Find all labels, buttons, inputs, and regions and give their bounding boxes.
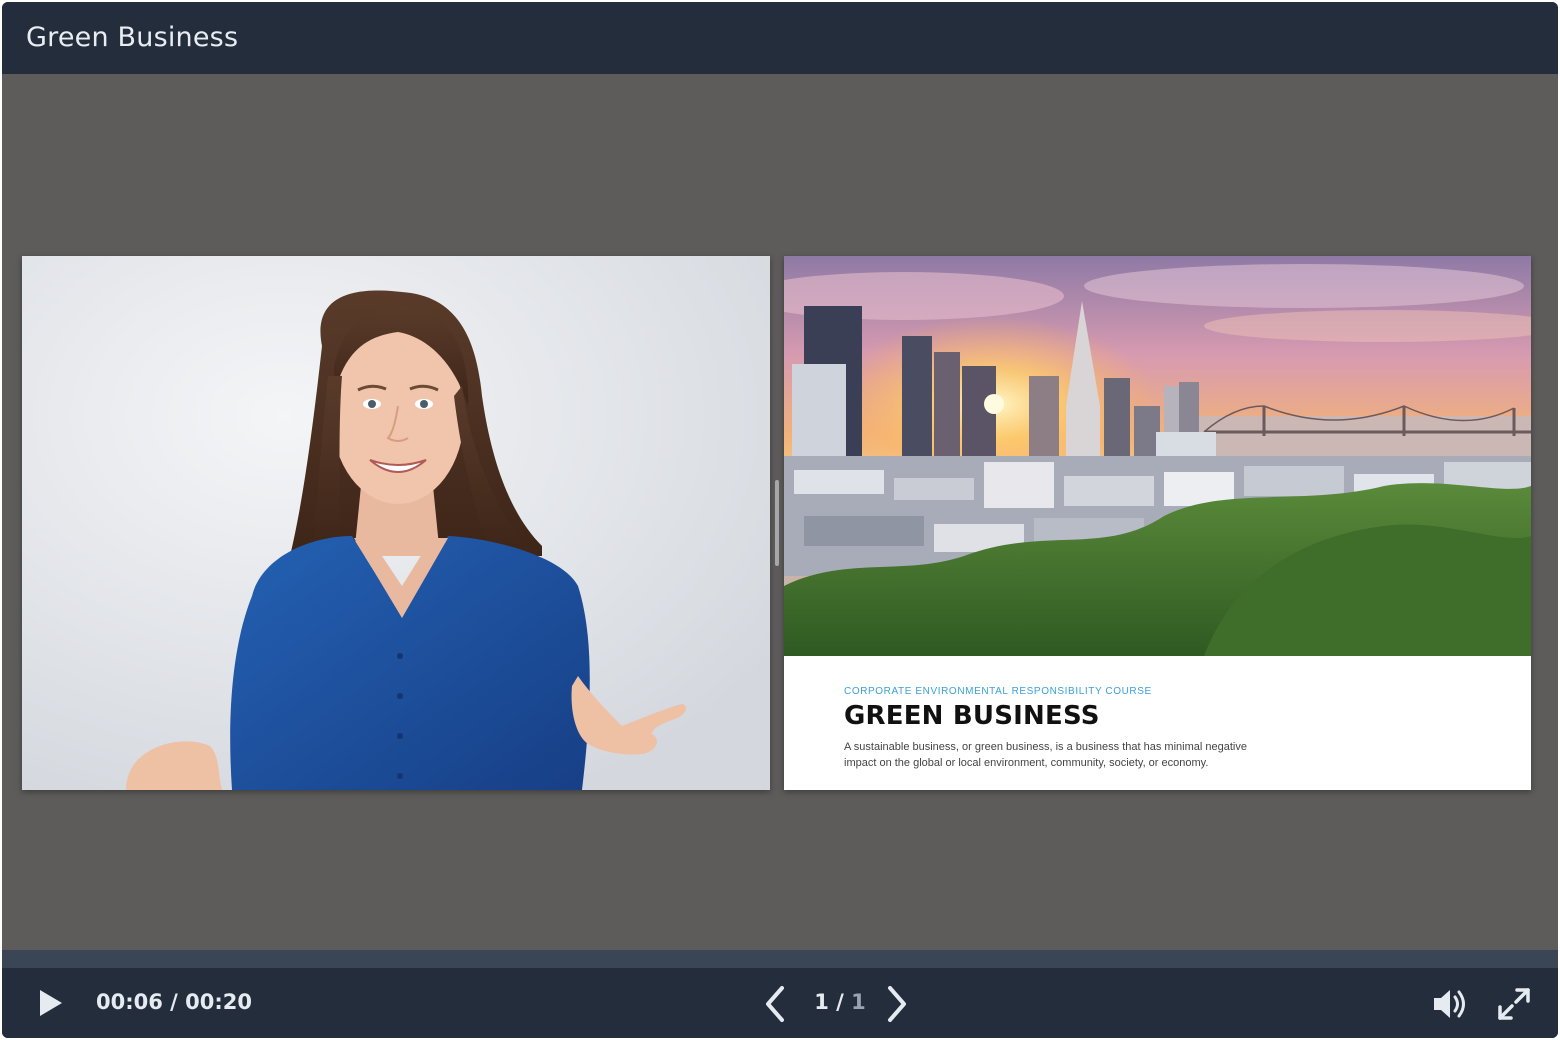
seek-bar-fill <box>2 950 469 968</box>
time-separator: / <box>162 990 186 1014</box>
player-window: Green Business CORPORATE ENVIRONMENTAL R… <box>2 2 1558 1038</box>
content-stage: CORPORATE ENVIRONMENTAL RESPONSIBILITY C… <box>2 74 1558 950</box>
seek-bar[interactable] <box>2 950 1558 968</box>
slide-text-block: CORPORATE ENVIRONMENTAL RESPONSIBILITY C… <box>844 686 1484 771</box>
title-bar: Green Business <box>2 2 1558 74</box>
chevron-right-icon <box>888 986 906 1022</box>
presenter-image <box>22 256 770 790</box>
current-time: 00:06 <box>96 990 163 1014</box>
chevron-left-icon <box>766 986 784 1022</box>
volume-icon <box>1434 990 1465 1018</box>
time-display: 00:06 / 00:20 <box>96 990 252 1014</box>
presenter-video[interactable] <box>22 256 770 790</box>
previous-slide-button[interactable] <box>758 984 792 1024</box>
play-icon <box>40 990 62 1016</box>
play-button[interactable] <box>32 986 66 1020</box>
slide-kicker: CORPORATE ENVIRONMENTAL RESPONSIBILITY C… <box>844 686 1152 697</box>
slide-counter: 1 / 1 <box>810 990 870 1014</box>
control-bar: 00:06 / 00:20 1 / 1 <box>2 968 1558 1038</box>
slide-separator: / <box>828 990 852 1014</box>
slide-heading: GREEN BUSINESS <box>844 701 1100 731</box>
course-title: Green Business <box>26 22 239 53</box>
fullscreen-button[interactable] <box>1496 986 1532 1022</box>
expand-icon <box>1498 988 1530 1020</box>
next-slide-button[interactable] <box>880 984 914 1024</box>
slide-panel: CORPORATE ENVIRONMENTAL RESPONSIBILITY C… <box>784 256 1531 790</box>
duration: 00:20 <box>185 990 253 1014</box>
slide-current: 1 <box>814 990 829 1014</box>
slide-description: A sustainable business, or green busines… <box>844 741 1247 769</box>
pane-resize-handle[interactable] <box>775 480 779 566</box>
slide-total: 1 <box>851 990 866 1014</box>
city-skyline-photo <box>784 256 1531 656</box>
volume-button[interactable] <box>1428 984 1470 1024</box>
